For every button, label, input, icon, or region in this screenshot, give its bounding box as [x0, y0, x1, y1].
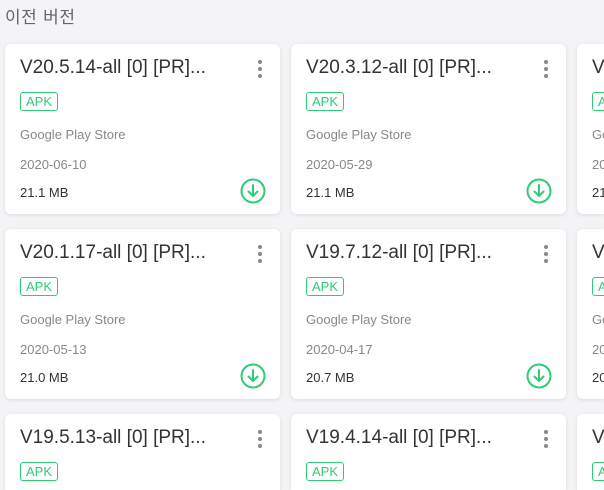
apk-badge: APK	[306, 277, 345, 296]
file-size: 20	[592, 370, 604, 385]
apk-badge: APK	[306, 92, 345, 111]
store-label: Google Play Store	[20, 127, 126, 142]
release-date: 20	[592, 157, 604, 172]
apk-badge: APK	[20, 462, 59, 481]
apk-badge: APK	[20, 277, 59, 296]
release-date: 2020-04-17	[306, 342, 373, 357]
version-title[interactable]: V	[592, 242, 604, 264]
version-card-partial[interactable]: V A Go 20 21	[577, 44, 604, 214]
version-title[interactable]: V20.3.12-all [0] [PR]...	[306, 57, 534, 79]
apk-badge: A	[592, 462, 604, 481]
more-vertical-icon[interactable]	[251, 243, 269, 265]
version-card[interactable]: V20.3.12-all [0] [PR]... APK Google Play…	[291, 44, 566, 214]
version-card[interactable]: V20.5.14-all [0] [PR]... APK Google Play…	[5, 44, 280, 214]
apk-badge: APK	[20, 92, 59, 111]
version-title[interactable]: V	[592, 57, 604, 79]
release-date: 2020-05-29	[306, 157, 373, 172]
file-size: 21	[592, 185, 604, 200]
release-date: 2020-05-13	[20, 342, 87, 357]
store-label: Google Play Store	[20, 312, 126, 327]
version-card-partial[interactable]: V A	[577, 414, 604, 490]
more-vertical-icon[interactable]	[537, 243, 555, 265]
more-vertical-icon[interactable]	[537, 58, 555, 80]
file-size: 21.1 MB	[306, 185, 355, 200]
download-circle-icon[interactable]	[240, 178, 266, 204]
section-title: 이전 버전	[5, 8, 76, 28]
more-vertical-icon[interactable]	[251, 58, 269, 80]
version-card[interactable]: V19.4.14-all [0] [PR]... APK	[291, 414, 566, 490]
version-card[interactable]: V19.7.12-all [0] [PR]... APK Google Play…	[291, 229, 566, 399]
file-size: 20.7 MB	[306, 370, 355, 385]
apk-badge: APK	[306, 462, 345, 481]
version-title[interactable]: V19.5.13-all [0] [PR]...	[20, 427, 248, 449]
file-size: 21.1 MB	[20, 185, 69, 200]
download-circle-icon[interactable]	[240, 363, 266, 389]
version-card-partial[interactable]: V A Go 20 20	[577, 229, 604, 399]
file-size: 21.0 MB	[20, 370, 69, 385]
version-title[interactable]: V	[592, 427, 604, 449]
more-vertical-icon[interactable]	[251, 428, 269, 450]
release-date: 20	[592, 342, 604, 357]
version-title[interactable]: V20.5.14-all [0] [PR]...	[20, 57, 248, 79]
store-label: Google Play Store	[306, 312, 412, 327]
apk-badge: A	[592, 277, 604, 296]
version-title[interactable]: V19.4.14-all [0] [PR]...	[306, 427, 534, 449]
version-title[interactable]: V20.1.17-all [0] [PR]...	[20, 242, 248, 264]
store-label: Google Play Store	[306, 127, 412, 142]
download-circle-icon[interactable]	[526, 363, 552, 389]
store-label: Go	[592, 127, 604, 142]
apk-badge: A	[592, 92, 604, 111]
version-card[interactable]: V20.1.17-all [0] [PR]... APK Google Play…	[5, 229, 280, 399]
store-label: Go	[592, 312, 604, 327]
version-card[interactable]: V19.5.13-all [0] [PR]... APK	[5, 414, 280, 490]
version-title[interactable]: V19.7.12-all [0] [PR]...	[306, 242, 534, 264]
download-circle-icon[interactable]	[526, 178, 552, 204]
more-vertical-icon[interactable]	[537, 428, 555, 450]
release-date: 2020-06-10	[20, 157, 87, 172]
